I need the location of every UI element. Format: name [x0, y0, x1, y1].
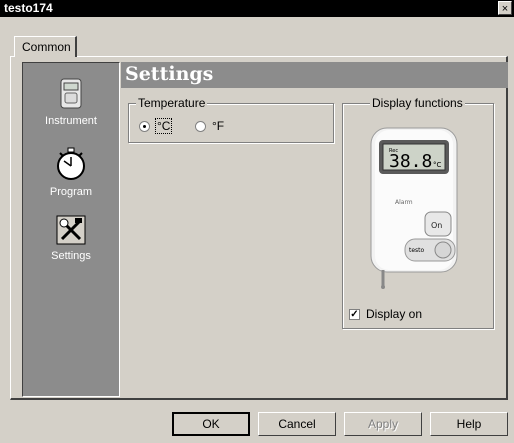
stopwatch-icon	[57, 147, 85, 180]
display-functions-label: Display functions	[370, 96, 465, 110]
window-title: testo174	[4, 1, 53, 15]
radio-celsius[interactable]: °C	[139, 118, 173, 134]
device-image: Rec 38.8 °C Alarm On testo	[370, 127, 458, 289]
sidebar-item-label: Instrument	[45, 115, 97, 127]
section-header: Settings	[121, 62, 508, 88]
sidebar: Instrument Program Settings	[22, 62, 120, 397]
sidebar-item-label: Program	[49, 186, 93, 198]
tab-common-label: Common	[22, 40, 71, 54]
instrument-icon	[60, 78, 82, 109]
sidebar-item-settings[interactable]: Settings	[23, 215, 119, 262]
sidebar-item-program[interactable]: Program	[23, 147, 119, 198]
device-lcd-unit: °C	[433, 161, 442, 169]
radio-celsius-indicator	[139, 120, 150, 132]
tab-common[interactable]: Common	[14, 36, 77, 57]
radio-fahrenheit[interactable]: °F	[195, 119, 224, 133]
apply-button[interactable]: Apply	[344, 412, 422, 436]
display-on-label: Display on	[366, 307, 423, 321]
page-title: Settings	[125, 63, 214, 85]
close-icon[interactable]: ×	[498, 1, 512, 15]
device-lcd-value: 38.8	[389, 151, 432, 172]
tools-icon	[56, 215, 86, 245]
radio-celsius-label: °C	[154, 118, 173, 134]
display-on-checkbox[interactable]: ✓ Display on	[349, 307, 422, 321]
sidebar-item-instrument[interactable]: Instrument	[23, 78, 119, 127]
device-on-button: On	[431, 221, 442, 230]
radio-fahrenheit-label: °F	[212, 119, 225, 133]
temperature-group-label: Temperature	[136, 96, 208, 110]
device-alarm-text: Alarm	[395, 199, 413, 206]
cancel-button[interactable]: Cancel	[258, 412, 336, 436]
sidebar-item-label: Settings	[51, 250, 91, 262]
display-on-checkmark: ✓	[349, 308, 360, 320]
radio-fahrenheit-indicator	[195, 120, 206, 132]
ok-button[interactable]: OK	[172, 412, 250, 436]
help-button[interactable]: Help	[430, 412, 508, 436]
title-bar: testo174 ×	[0, 0, 514, 17]
device-brand: testo	[409, 247, 425, 254]
